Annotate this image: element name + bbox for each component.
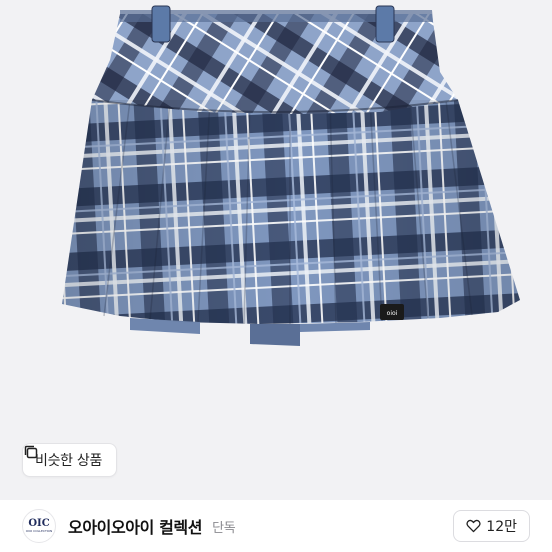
exclusive-tag: 단독 bbox=[212, 520, 236, 536]
copy-icon bbox=[24, 445, 38, 459]
brand-logo-mark: OIC bbox=[28, 518, 50, 529]
similar-products-label: 비슷한 상품 bbox=[35, 453, 103, 469]
brand-logo-sub: OIOI COLLECTION bbox=[25, 529, 53, 533]
skirt-yoke bbox=[92, 14, 458, 114]
heart-icon bbox=[466, 519, 481, 533]
brand-name[interactable]: 오아이오아이 컬렉션 bbox=[68, 514, 202, 538]
skirt-illustration: oioi bbox=[62, 5, 520, 346]
like-count: 12만 bbox=[486, 519, 517, 535]
product-image[interactable]: oioi 비슷한 상품 bbox=[0, 0, 552, 500]
label-tag-text: oioi bbox=[387, 310, 398, 317]
similar-products-button[interactable]: 비슷한 상품 bbox=[22, 443, 118, 477]
brand-bar: OIC OIOI COLLECTION 오아이오아이 컬렉션 단독 12만 bbox=[0, 500, 552, 552]
brand-logo[interactable]: OIC OIOI COLLECTION bbox=[22, 509, 56, 543]
like-button[interactable]: 12만 bbox=[453, 510, 530, 542]
